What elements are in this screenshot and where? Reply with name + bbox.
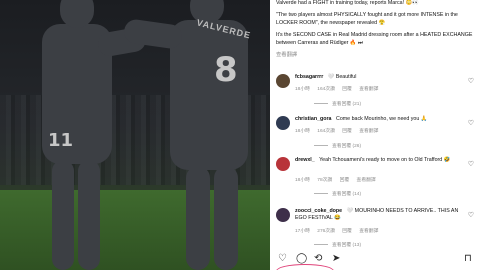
comment-username[interactable]: christian_gora — [295, 116, 332, 122]
comment-likes[interactable]: 276次讚 — [317, 229, 335, 234]
comment-time: 18小時 — [295, 178, 310, 183]
heart-icon[interactable]: ♡ — [468, 160, 474, 168]
player-right-leg — [214, 166, 238, 270]
comment-meta: 18小時 164次讚 回覆 查看翻譯 — [295, 127, 384, 134]
view-replies-button[interactable]: 查看回覆 (26) — [314, 142, 361, 149]
comment-username[interactable]: fcbsagarrrr — [295, 74, 323, 80]
view-replies-button[interactable]: 查看回覆 (14) — [314, 190, 361, 197]
comment-time: 18小時 — [295, 87, 310, 92]
reply-button[interactable]: 回覆 — [340, 178, 350, 183]
comment-likes[interactable]: 164次讚 — [317, 129, 335, 134]
comment-item: fcbsagarrrr 🤍 Beautiful 18小時 164次讚 回覆 查看… — [274, 72, 478, 112]
comment-item: christian_gora Come back Mourinho, we ne… — [274, 114, 478, 154]
post-sidebar: Valverde had a FIGHT in training today, … — [270, 0, 480, 270]
post-caption: Valverde had a FIGHT in training today, … — [276, 0, 474, 64]
avatar[interactable] — [276, 116, 290, 130]
comment-username[interactable]: drewxl_ — [295, 157, 315, 163]
translate-link[interactable]: 查看翻譯 — [359, 229, 378, 234]
translate-link[interactable]: 查看翻譯 — [359, 129, 378, 134]
comment-time: 18小時 — [295, 129, 310, 134]
heart-icon[interactable]: ♡ — [468, 211, 474, 219]
comment-meta: 17小時 276次讚 回覆 查看翻譯 — [295, 227, 384, 234]
instagram-post-view: VALVERDE 8 11 Valverde had a FIGHT in tr… — [0, 0, 480, 270]
caption-line: It's the SECOND CASE in Real Madrid dres… — [276, 32, 473, 46]
comment-meta: 18小時 78次讚 回覆 查看翻譯 — [295, 176, 382, 183]
comment-item: zoocci_coke_dope 🤍 MOURINHO NEEDS TO ARR… — [274, 206, 478, 248]
reply-button[interactable]: 回覆 — [342, 229, 352, 234]
reply-button[interactable]: 回覆 — [342, 87, 352, 92]
comment-text: Yeah Tchouameni's ready to move on to Ol… — [319, 157, 451, 163]
jersey-number: 8 — [214, 50, 238, 90]
bookmark-icon[interactable]: ⊓ — [464, 254, 472, 264]
player-right — [170, 20, 248, 170]
translate-link[interactable]: 查看翻譯 — [357, 178, 376, 183]
heart-icon[interactable]: ♡ — [468, 77, 474, 85]
comment-text: Come back Mourinho, we need you 🙏 — [336, 116, 428, 122]
jersey-number: 11 — [48, 130, 74, 151]
comment-item: drewxl_ Yeah Tchouameni's ready to move … — [274, 155, 478, 197]
comment-text: 🤍 Beautiful — [327, 74, 357, 80]
comment-meta: 18小時 164次讚 回覆 查看翻譯 — [295, 85, 384, 92]
avatar[interactable] — [276, 74, 290, 88]
player-left-leg — [52, 160, 74, 270]
view-replies-button[interactable]: 查看回覆 (21) — [314, 100, 361, 107]
heart-icon[interactable]: ♡ — [278, 254, 287, 264]
caption-line: "The two players almost PHYSICALLY fough… — [276, 12, 458, 26]
caption-line: Valverde had a FIGHT in training today, … — [276, 0, 419, 6]
post-photo[interactable]: VALVERDE 8 11 — [0, 0, 270, 270]
comment-likes[interactable]: 78次讚 — [317, 178, 332, 183]
reply-button[interactable]: 回覆 — [342, 129, 352, 134]
caption-translate-link[interactable]: 查看翻譯 — [276, 52, 474, 59]
player-left-leg — [78, 160, 100, 270]
comment-time: 17小時 — [295, 229, 310, 234]
player-right-leg — [186, 166, 210, 270]
heart-icon[interactable]: ♡ — [468, 119, 474, 127]
avatar[interactable] — [276, 157, 290, 171]
comment-icon[interactable]: ◯ — [296, 254, 307, 264]
view-replies-button[interactable]: 查看回覆 (13) — [314, 241, 361, 248]
repost-icon[interactable]: ⟲ — [314, 254, 322, 264]
share-icon[interactable]: ➤ — [332, 254, 340, 264]
comment-username[interactable]: zoocci_coke_dope — [295, 208, 342, 214]
translate-link[interactable]: 查看翻譯 — [359, 87, 378, 92]
avatar[interactable] — [276, 208, 290, 222]
comment-likes[interactable]: 164次讚 — [317, 87, 335, 92]
